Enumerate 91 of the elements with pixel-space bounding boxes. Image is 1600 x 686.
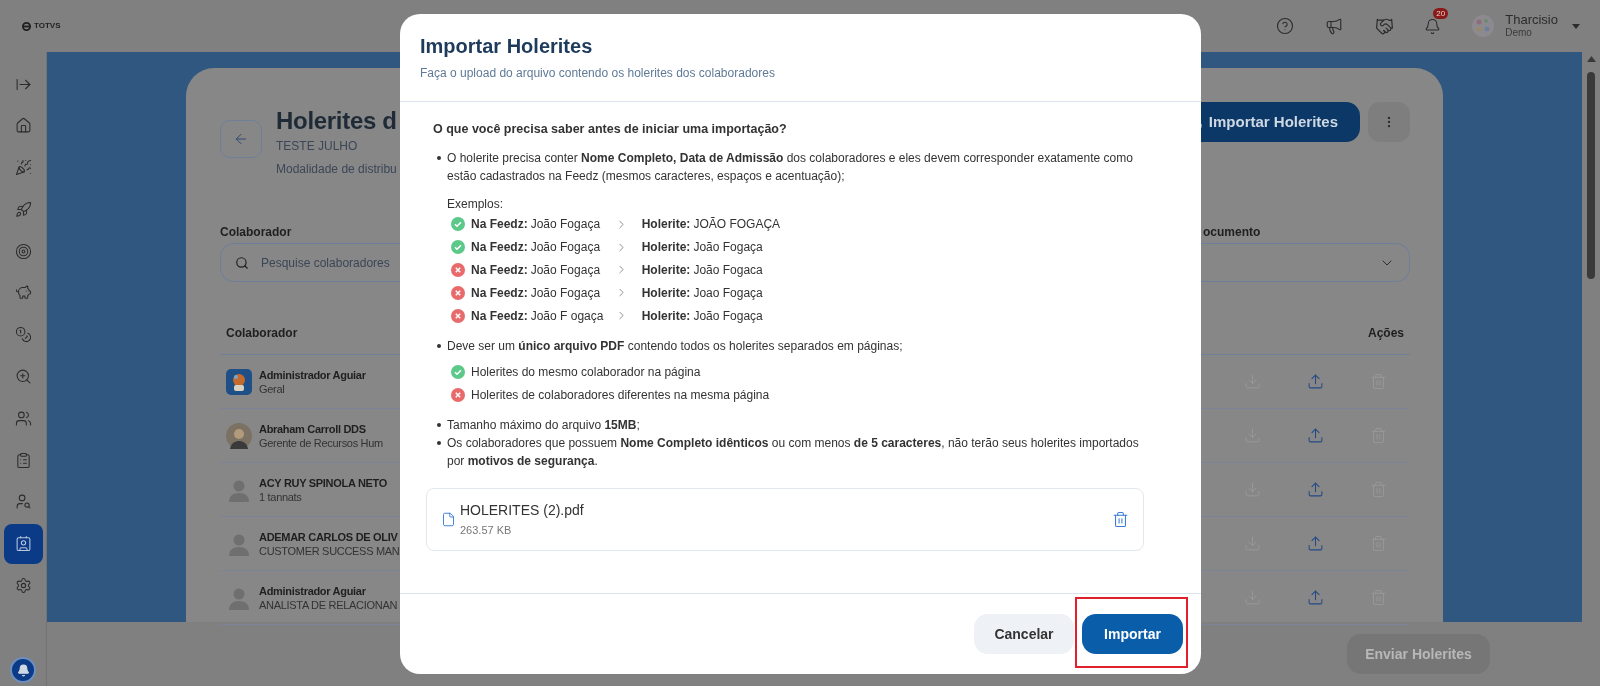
piggy-bank-icon — [14, 284, 32, 302]
coins-icon — [14, 326, 32, 344]
logo-text: TOTVS — [34, 20, 61, 32]
requirement-text: Os colaboradores que possuem Nome Completo idênticos ou com menos de 5 caracteres, não terão seus holerites importados por motivos de segurança. — [447, 435, 1140, 470]
delete-icon[interactable] — [1112, 511, 1129, 528]
employee-name: Administrador Aguiar — [259, 367, 366, 382]
handshake-icon[interactable] — [1375, 16, 1395, 36]
sidebar-item[interactable] — [3, 523, 43, 564]
employee-role: 1 tannats — [259, 489, 303, 504]
payslip-label: Holerite: — [641, 307, 691, 325]
feedz-label: Na Feedz: — [471, 284, 528, 302]
feedz-name: João Fogaça — [530, 239, 602, 257]
scrollbar-thumb[interactable] — [1587, 72, 1595, 279]
avatar[interactable] — [1471, 14, 1496, 38]
feedz-label: Na Feedz: — [471, 307, 528, 325]
feedz-name: João Fogaça — [530, 216, 602, 234]
payslip-name: JOÃO FOGAÇA — [693, 216, 781, 234]
column-header: Colaborador — [226, 325, 298, 342]
filter-label: ocumento — [1203, 224, 1262, 240]
payslip-name: João Fogaca — [693, 262, 763, 279]
feedz-label: Na Feedz: — [471, 216, 528, 234]
megaphone-icon[interactable] — [1325, 17, 1344, 35]
scroll-up-icon[interactable] — [1586, 56, 1596, 62]
user-search-icon — [14, 493, 32, 511]
employee-role: Geral — [259, 381, 286, 396]
user-role: Demo — [1505, 26, 1533, 39]
info-heading: O que você precisa saber antes de iniciar uma importação? — [433, 121, 788, 138]
cancel-button[interactable]: Cancelar — [974, 614, 1074, 654]
bell-icon — [16, 663, 30, 677]
employee-name: ADEMAR CARLOS DE OLIV — [259, 529, 399, 544]
bullet-icon — [437, 156, 441, 160]
employee-name: ACY RUY SPINOLA NETO — [259, 475, 388, 490]
filter-label: Colaborador — [220, 224, 293, 240]
payslip-label: Holerite: — [641, 262, 691, 279]
feedz-name: João Fogaça — [530, 284, 602, 302]
examples-label: Exemplos: — [447, 196, 505, 213]
upload-icon[interactable] — [1307, 589, 1324, 606]
home-icon — [14, 117, 32, 135]
caret-icon[interactable] — [1572, 23, 1580, 29]
logo-icon — [22, 21, 31, 31]
distribution-mode: Modalidade de distribu — [276, 161, 398, 178]
employee-name: Abraham Carroll DDS — [259, 421, 367, 436]
upload-icon[interactable] — [1307, 427, 1324, 444]
id-badge-icon — [14, 535, 32, 553]
page-subtitle: TESTE JULHO — [276, 138, 359, 155]
help-icon[interactable] — [1276, 17, 1295, 35]
payslip-name: Joao Fogaça — [693, 284, 763, 302]
import-button[interactable]: Importar — [1082, 614, 1183, 654]
bullet-icon — [437, 423, 441, 427]
rule-text: Holerites do mesmo colaborador na página — [471, 364, 701, 382]
requirement-text: O holerite precisa conter Nome Completo, Data de Admissão dos colaboradores e eles devem corresponder exatamente como estão cadastrados na Feedz (mesmos caracteres, espaços e acentuação); — [447, 150, 1134, 185]
party-popper-icon — [14, 159, 32, 177]
user-name: Tharcisio — [1505, 13, 1558, 26]
zoom-icon — [14, 368, 32, 386]
rule-text: Holerites de colaboradores diferentes na mesma página — [471, 386, 770, 404]
page-title: Holerites d — [276, 106, 398, 136]
requirement-text: Deve ser um único arquivo PDF contendo todos os holerites separados em páginas; — [447, 338, 904, 355]
bullet-icon — [437, 441, 441, 445]
employee-role: Gerente de Recursos Hum — [259, 435, 383, 450]
back-button[interactable] — [220, 120, 262, 158]
upload-icon[interactable] — [1307, 373, 1324, 390]
file-icon — [441, 512, 456, 527]
bullet-icon — [437, 344, 441, 348]
employee-role: CUSTOMER SUCCESS MAN — [259, 543, 400, 558]
payslip-label: Holerite: — [641, 284, 691, 302]
search-icon — [235, 255, 249, 270]
file-name: HOLERITES (2).pdf — [460, 501, 584, 519]
employee-role: ANALISTA DE RELACIONAN — [259, 597, 398, 612]
feedz-name: João Fogaça — [530, 262, 602, 279]
upload-icon[interactable] — [1307, 481, 1324, 498]
feedz-name: João F ogaça — [530, 307, 605, 325]
search-placeholder: Pesquise colaboradores — [261, 254, 390, 272]
target-icon — [14, 242, 32, 260]
people-icon — [14, 409, 32, 427]
column-header: Ações — [1367, 325, 1404, 342]
dialog-title: Importar Holerites — [420, 34, 594, 59]
notification-badge: 20 — [1433, 7, 1449, 19]
requirement-text: Tamanho máximo do arquivo 15MB; — [447, 417, 641, 434]
upload-icon[interactable] — [1307, 535, 1324, 552]
payslip-name: João Fogaça — [693, 239, 763, 257]
payslip-label: Holerite: — [641, 239, 691, 257]
chat-button[interactable] — [10, 657, 36, 683]
file-size: 263.57 KB — [460, 523, 513, 538]
settings-icon — [14, 577, 32, 595]
rocket-icon — [14, 200, 32, 218]
employee-name: Administrador Aguiar — [259, 583, 367, 598]
checklist-icon — [14, 451, 32, 469]
dialog-subtitle: Faça o upload do arquivo contendo os holerites dos colaboradores — [420, 65, 776, 81]
notification-icon[interactable] — [1424, 17, 1442, 35]
payslip-label: Holerite: — [641, 216, 691, 234]
payslip-name: João Fogaça — [693, 307, 763, 325]
